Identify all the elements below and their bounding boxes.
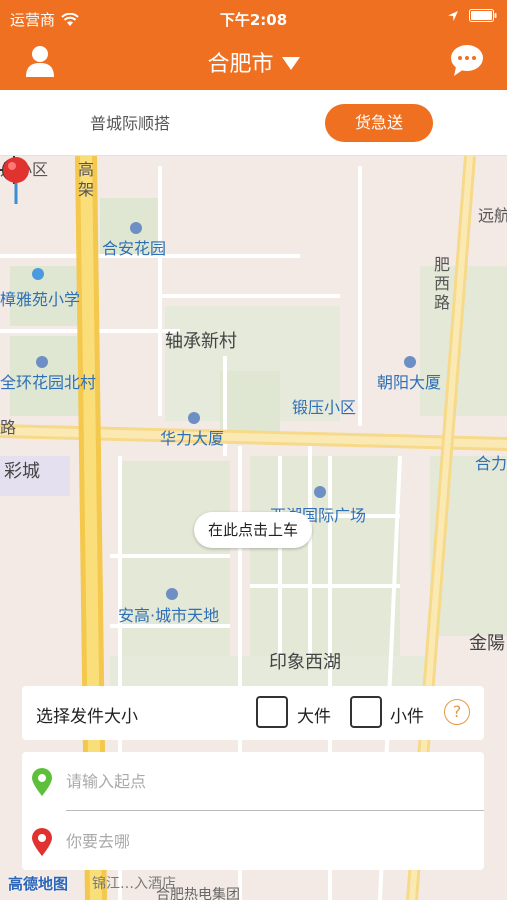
city-selector[interactable]: 合肥市: [0, 46, 507, 78]
status-time: 下午2:08: [219, 11, 288, 29]
large-package-checkbox[interactable]: [256, 696, 288, 728]
tab-express-delivery[interactable]: 货急送: [325, 104, 433, 142]
map-label-caicheng: 彩城: [4, 461, 40, 482]
map-label-huanhua: 全环花园北村: [0, 373, 97, 392]
map-label-angao: 安高·城市天地: [118, 606, 220, 625]
service-tabs: 普城际顺搭 货急送: [0, 90, 507, 156]
destination-input[interactable]: [66, 824, 466, 858]
map-label-hean-garden: 合安花园: [102, 239, 167, 258]
address-panel: [22, 752, 484, 870]
map-label-road-2: 路: [0, 418, 17, 437]
status-right-group: [447, 9, 497, 22]
map-label-jinyang: 金陽: [469, 633, 505, 654]
pickup-callout[interactable]: 在此点击上车: [194, 512, 312, 548]
poi-marker-icon: [130, 222, 142, 234]
map-label-road: 路: [434, 293, 451, 312]
start-location-icon: [32, 768, 52, 796]
map-label-huali: 华力大厦: [160, 429, 225, 448]
poi-marker-icon: [404, 356, 416, 368]
package-size-panel: 选择发件大小 大件 小件 ?: [22, 686, 484, 740]
map-label-yinxiang: 印象西湖: [269, 652, 341, 673]
map-label-chaoyang: 朝阳大厦: [377, 373, 442, 392]
destination-row: [22, 812, 484, 870]
small-package-label: 小件: [390, 707, 424, 727]
map-label-duanya: 锻压小区: [292, 398, 357, 417]
poi-marker-icon: [166, 588, 178, 600]
destination-location-icon: [32, 828, 52, 856]
message-icon[interactable]: [449, 42, 485, 78]
nav-bar: 合肥市: [0, 34, 507, 90]
map-label-elevated-2: 架: [78, 180, 95, 199]
tab-intercity-ride[interactable]: 普城际顺搭: [60, 110, 200, 134]
poi-marker-icon: [314, 486, 326, 498]
status-bar: 运营商 下午2:08: [0, 0, 507, 34]
map-provider-logo: 高德地图: [8, 875, 69, 893]
help-icon[interactable]: ?: [444, 699, 470, 725]
address-divider: [66, 810, 484, 811]
map-label-heli: 合力: [475, 454, 507, 473]
location-arrow-icon: [448, 10, 458, 21]
school-marker-icon: [32, 268, 44, 280]
map-label-yuanhang: 远航: [478, 206, 507, 225]
poi-marker-icon: [188, 412, 200, 424]
map-label-zhoucheng: 轴承新村: [165, 331, 237, 352]
small-package-checkbox[interactable]: [350, 696, 382, 728]
large-package-label: 大件: [297, 707, 331, 727]
start-location-input[interactable]: [66, 764, 466, 798]
start-row: [22, 752, 484, 810]
triangle-down-icon: [281, 56, 300, 70]
map-label-school: 樟雅苑小学: [0, 290, 81, 309]
poi-marker-icon: [36, 356, 48, 368]
battery-icon: [469, 9, 497, 22]
package-size-title: 选择发件大小: [36, 707, 138, 727]
city-name: 合肥市: [207, 52, 274, 77]
map-pin-icon[interactable]: [0, 156, 32, 208]
map-label-thermal-power: 合肥热电集团: [156, 887, 240, 900]
